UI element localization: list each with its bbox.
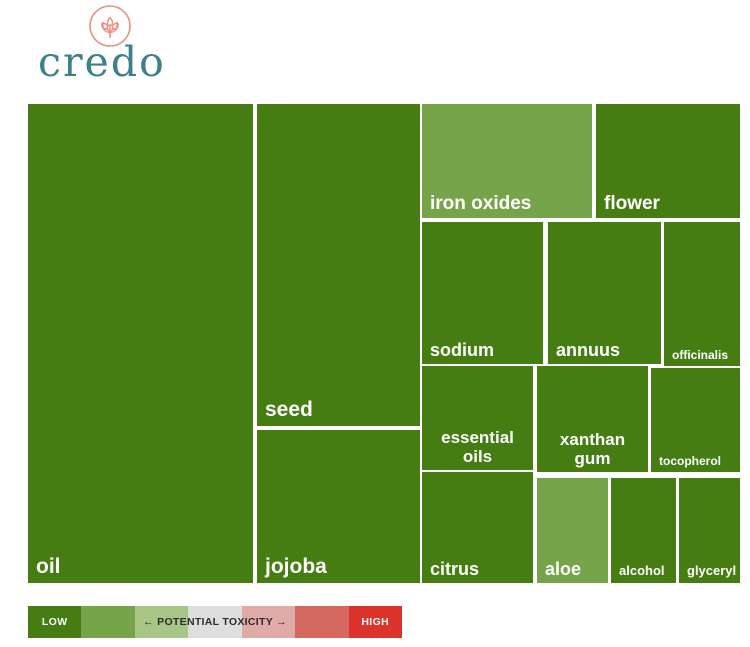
legend-swatch — [81, 606, 135, 638]
treemap-tile[interactable]: citrus — [422, 472, 533, 583]
legend-swatch — [295, 606, 349, 638]
legend-swatch: LOW — [28, 606, 82, 638]
treemap-tile-label: annuus — [556, 339, 621, 360]
treemap-tile-label: xanthan gum — [559, 429, 626, 468]
treemap-tile[interactable]: alcohol — [611, 478, 676, 583]
treemap-tile[interactable]: essential oils — [422, 366, 533, 470]
treemap-tile[interactable]: glyceryl — [679, 478, 740, 583]
legend-swatch — [134, 606, 189, 638]
treemap-tile-label: oil — [36, 555, 61, 579]
legend-swatch-caption: HIGH — [361, 616, 390, 628]
treemap-tile-label: glyceryl — [687, 563, 737, 579]
legend-swatch: HIGH — [348, 606, 402, 638]
treemap-tile-label: citrus — [430, 558, 480, 579]
treemap-tile-label: alcohol — [619, 563, 665, 579]
treemap-tile-label: aloe — [545, 558, 582, 579]
treemap-tile-label: tocopherol — [659, 453, 721, 468]
legend-swatch — [188, 606, 242, 638]
treemap-tile[interactable]: iron oxides — [422, 104, 592, 218]
treemap-tile[interactable]: seed — [257, 104, 420, 426]
treemap-tile[interactable]: oil — [28, 104, 253, 583]
treemap-tile-label: sodium — [430, 339, 495, 360]
legend-swatch — [241, 606, 296, 638]
treemap-tile-label: essential oils — [441, 427, 514, 466]
toxicity-legend: LOW HIGH — [28, 606, 402, 638]
treemap-tile-label: officinalis — [672, 347, 729, 362]
treemap-tile[interactable]: tocopherol — [651, 368, 740, 472]
treemap-tile[interactable]: sodium — [422, 222, 543, 364]
treemap-tile[interactable]: jojoba — [257, 430, 420, 583]
treemap-tile-label: jojoba — [265, 555, 327, 579]
treemap-tile[interactable]: xanthan gum — [537, 366, 648, 472]
treemap-chart: oil seed jojoba iron oxides flower sodium annu… — [0, 0, 750, 592]
treemap-tile[interactable]: officinalis — [664, 222, 740, 366]
treemap-tile-label: flower — [604, 192, 660, 214]
treemap-tile[interactable]: aloe — [537, 478, 608, 583]
treemap-tile[interactable]: annuus — [548, 222, 661, 364]
treemap-tile[interactable]: flower — [596, 104, 740, 218]
treemap-tile-label: iron oxides — [430, 192, 532, 214]
legend-swatch-caption: LOW — [41, 616, 68, 628]
treemap-tile-label: seed — [265, 398, 313, 422]
